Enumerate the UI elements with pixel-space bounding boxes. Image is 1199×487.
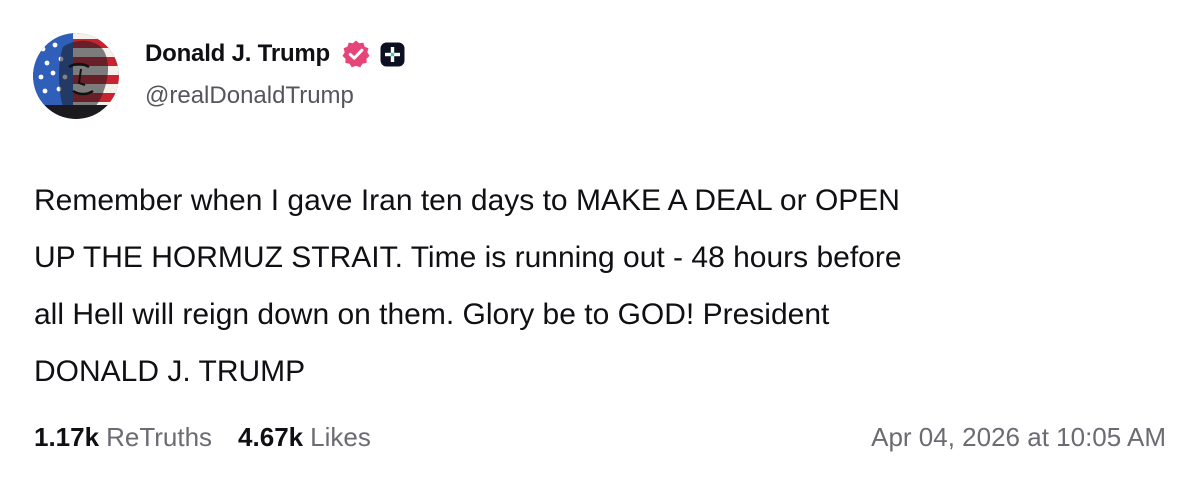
retruths-label: ReTruths [106, 421, 213, 452]
display-name[interactable]: Donald J. Trump [145, 40, 330, 68]
likes-count: 4.67k [238, 421, 304, 452]
post-text-line: Remember when I gave Iran ten days to MA… [34, 184, 900, 217]
truth-post: Donald J. Trump @realDonaldTrump Remembe… [0, 0, 1199, 487]
avatar[interactable] [33, 33, 119, 119]
post-timestamp[interactable]: Apr 04, 2026 at 10:05 AM [871, 422, 1166, 453]
post-footer: 1.17k ReTruths 4.67k Likes Apr 04, 2026 … [34, 417, 1166, 457]
verified-badge-icon [341, 39, 371, 69]
retruths-stat[interactable]: 1.17k ReTruths [34, 422, 212, 453]
likes-label: Likes [310, 421, 371, 452]
post-text-line: all Hell will reign down on them. Glory … [34, 298, 830, 331]
post-text-line: DONALD J. TRUMP [34, 355, 306, 388]
post-text: Remember when I gave Iran ten days to MA… [34, 172, 1169, 400]
author-handle[interactable]: @realDonaldTrump [145, 82, 354, 110]
post-text-line: UP THE HORMUZ STRAIT. Time is running ou… [34, 241, 902, 274]
avatar-image [33, 33, 119, 119]
author-name-row: Donald J. Trump [145, 36, 405, 72]
likes-stat[interactable]: 4.67k Likes [238, 422, 371, 453]
retruths-count: 1.17k [34, 421, 100, 452]
truth-plus-icon [380, 42, 405, 67]
